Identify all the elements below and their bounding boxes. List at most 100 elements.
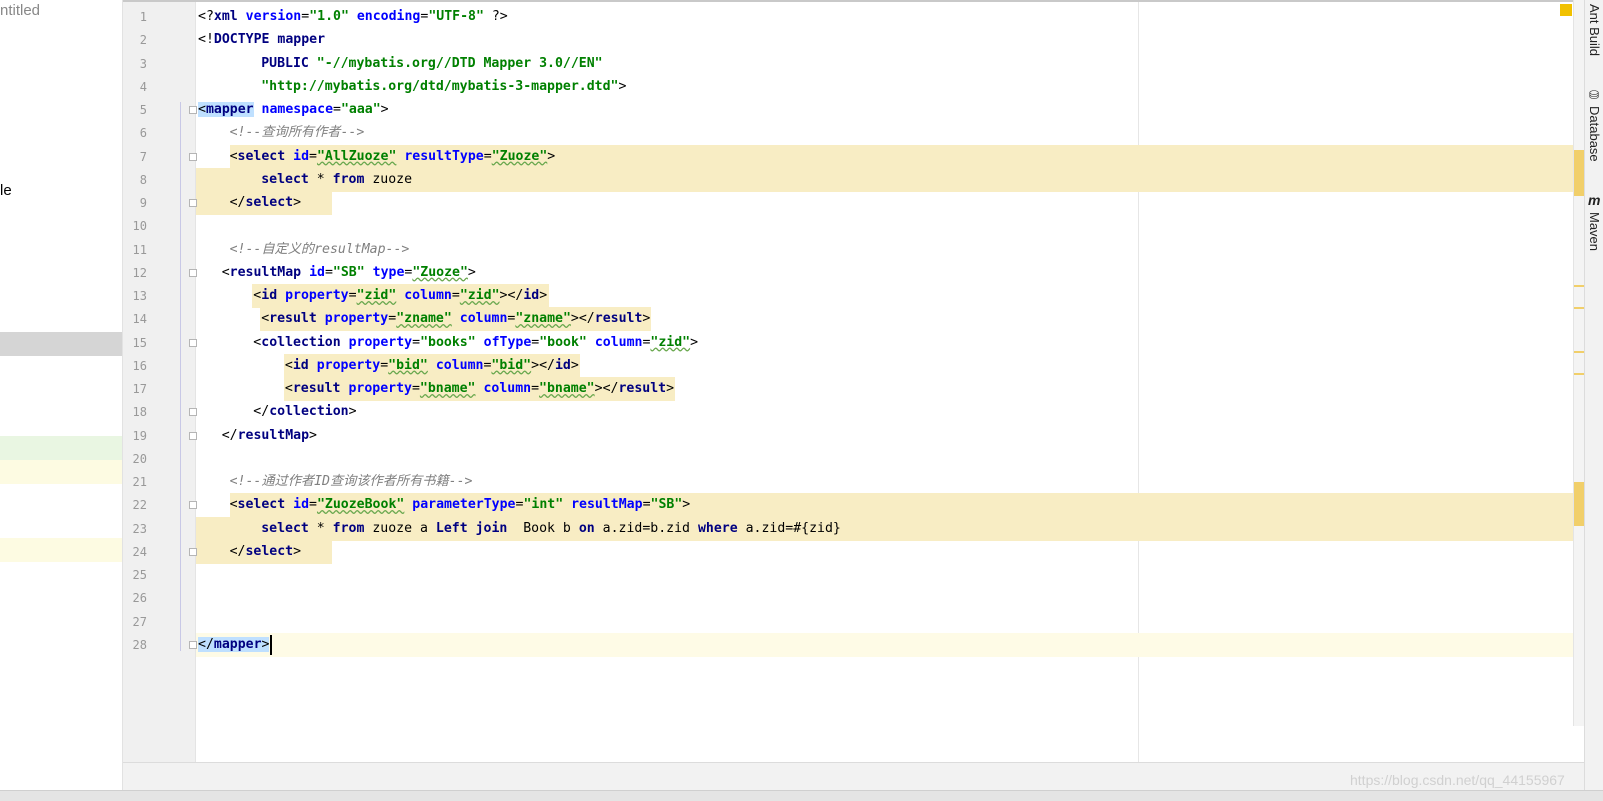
fold-marker-icon[interactable] [189, 268, 197, 277]
code-line[interactable]: <resultMap id="SB" type="Zuoze"> [222, 261, 476, 285]
fold-marker-icon[interactable] [189, 501, 197, 510]
watermark: https://blog.csdn.net/qq_44155967 [1350, 772, 1565, 788]
project-item-fragment[interactable]: le [0, 182, 12, 199]
code-token: </ [198, 636, 214, 652]
code-line[interactable]: <id property="bid" column="bid"></id> [285, 354, 579, 378]
code-token: > [690, 334, 699, 350]
code-token: = [380, 357, 389, 373]
line-number[interactable]: 10 [123, 214, 147, 238]
code-line[interactable]: <!--通过作者ID查询该作者所有书籍--> [230, 470, 473, 494]
fold-marker-icon[interactable] [189, 106, 197, 114]
code-line[interactable]: </resultMap> [222, 424, 317, 448]
stripe-mark[interactable] [1574, 285, 1584, 287]
code-line[interactable]: <select id="ZuozeBook" parameterType="in… [230, 493, 691, 517]
line-number[interactable]: 3 [123, 52, 147, 76]
stripe-mark[interactable] [1574, 150, 1584, 196]
line-number[interactable]: 25 [123, 563, 147, 587]
line-number[interactable]: 17 [123, 377, 147, 401]
line-number[interactable]: 7 [123, 145, 147, 169]
fold-marker-icon[interactable] [189, 199, 197, 207]
fold-marker-icon[interactable] [189, 408, 197, 417]
code-token: id [293, 148, 310, 164]
code-token: select [237, 148, 286, 164]
tab-ant-build[interactable]: Ant Build [1587, 4, 1602, 56]
code-line[interactable]: </mapper> [198, 633, 270, 657]
code-line[interactable]: </collection> [253, 400, 356, 424]
code-line[interactable]: select * from zuoze [261, 168, 412, 192]
code-token: resultMap [229, 264, 302, 280]
code-line[interactable]: <result property="zname" column="zname">… [261, 307, 650, 331]
code-token: ></ [499, 288, 524, 303]
code-line[interactable]: <!DOCTYPE mapper [198, 28, 325, 52]
code-line[interactable]: <collection property="books" ofType="boo… [253, 331, 698, 355]
line-number[interactable]: 14 [123, 307, 147, 331]
code-line[interactable]: "http://mybatis.org/dtd/mybatis-3-mapper… [261, 75, 626, 99]
line-number[interactable]: 22 [123, 493, 147, 517]
code-line[interactable]: </select> [230, 191, 301, 215]
stripe-mark[interactable] [1574, 482, 1584, 526]
code-token: > [618, 78, 627, 94]
line-number[interactable]: 2 [123, 28, 147, 52]
line-number[interactable]: 16 [123, 354, 147, 378]
code-editor[interactable]: 1 2 3 4 5 6 7 8 9 10 11 12 13 14 15 16 17 18 19 20 21 22 23 24 2… [123, 0, 1573, 764]
code-token: resultType [404, 148, 484, 164]
line-number-gutter[interactable]: 1 2 3 4 5 6 7 8 9 10 11 12 13 14 15 16 17 18 19 20 21 22 23 24 2… [123, 2, 196, 764]
code-token: "Zuoze" [491, 148, 548, 164]
line-number[interactable]: 23 [123, 517, 147, 541]
code-line[interactable]: <?xml version="1.0" encoding="UTF-8" ?> [198, 5, 508, 29]
line-number[interactable]: 8 [123, 168, 147, 192]
tab-maven[interactable]: Maven [1587, 212, 1602, 251]
line-number[interactable]: 9 [123, 191, 147, 215]
stripe-mark[interactable] [1574, 307, 1584, 309]
code-line[interactable]: select * from zuoze a Left join Book b o… [261, 517, 841, 541]
stripe-mark[interactable] [1574, 373, 1584, 375]
fold-marker-icon[interactable] [189, 431, 197, 440]
code-line[interactable]: <!--自定义的resultMap--> [230, 238, 410, 262]
code-token: xml [213, 9, 246, 24]
code-token: "zname" [515, 311, 571, 327]
line-number[interactable]: 28 [123, 633, 147, 657]
project-selected-row[interactable] [0, 332, 122, 356]
fold-marker-icon[interactable] [189, 338, 197, 347]
code-line[interactable]: <!--查询所有作者--> [230, 121, 365, 145]
code-line[interactable]: PUBLIC "-//mybatis.org//DTD Mapper 3.0//… [261, 52, 602, 76]
line-number[interactable]: 11 [123, 238, 147, 262]
line-number[interactable]: 1 [123, 5, 147, 29]
line-number[interactable]: 4 [123, 75, 147, 99]
line-number[interactable]: 26 [123, 586, 147, 610]
error-stripe[interactable] [1573, 0, 1584, 726]
code-token: version [245, 9, 302, 24]
line-number[interactable]: 27 [123, 610, 147, 634]
fold-marker-icon[interactable] [189, 547, 197, 556]
line-number[interactable]: 19 [123, 424, 147, 448]
code-line[interactable]: <select id="AllZuoze" resultType="Zuoze"… [230, 145, 556, 169]
code-token: <!--通过作者ID查询该作者所有书籍--> [229, 474, 473, 489]
inspection-status-icon[interactable] [1560, 4, 1572, 16]
fold-marker-icon[interactable] [189, 640, 197, 649]
code-token: ofType [483, 334, 532, 350]
tab-database[interactable]: Database [1587, 106, 1602, 162]
fold-marker-icon[interactable] [189, 152, 197, 161]
line-number[interactable]: 21 [123, 470, 147, 494]
code-token: = [348, 288, 357, 303]
line-number[interactable]: 13 [123, 284, 147, 308]
code-line[interactable]: <mapper namespace="aaa"> [198, 98, 389, 122]
line-number[interactable]: 5 [123, 98, 147, 122]
code-line[interactable]: <result property="bname" column="bname">… [285, 377, 674, 401]
project-title-fragment[interactable]: ntitled [0, 2, 40, 19]
line-number[interactable]: 20 [123, 447, 147, 471]
line-number[interactable]: 12 [123, 261, 147, 285]
line-number[interactable]: 6 [123, 121, 147, 145]
code-token: > [666, 381, 675, 396]
line-number[interactable]: 15 [123, 331, 147, 355]
stripe-mark[interactable] [1574, 351, 1584, 353]
code-line[interactable]: <id property="zid" column="zid"></id> [253, 284, 547, 308]
code-token: ?> [483, 9, 508, 24]
line-number[interactable]: 24 [123, 540, 147, 564]
code-line[interactable]: </select> [230, 540, 301, 564]
right-tool-bar: Ant Build ⛁ Database m Maven [1584, 0, 1603, 800]
line-number[interactable]: 18 [123, 400, 147, 424]
